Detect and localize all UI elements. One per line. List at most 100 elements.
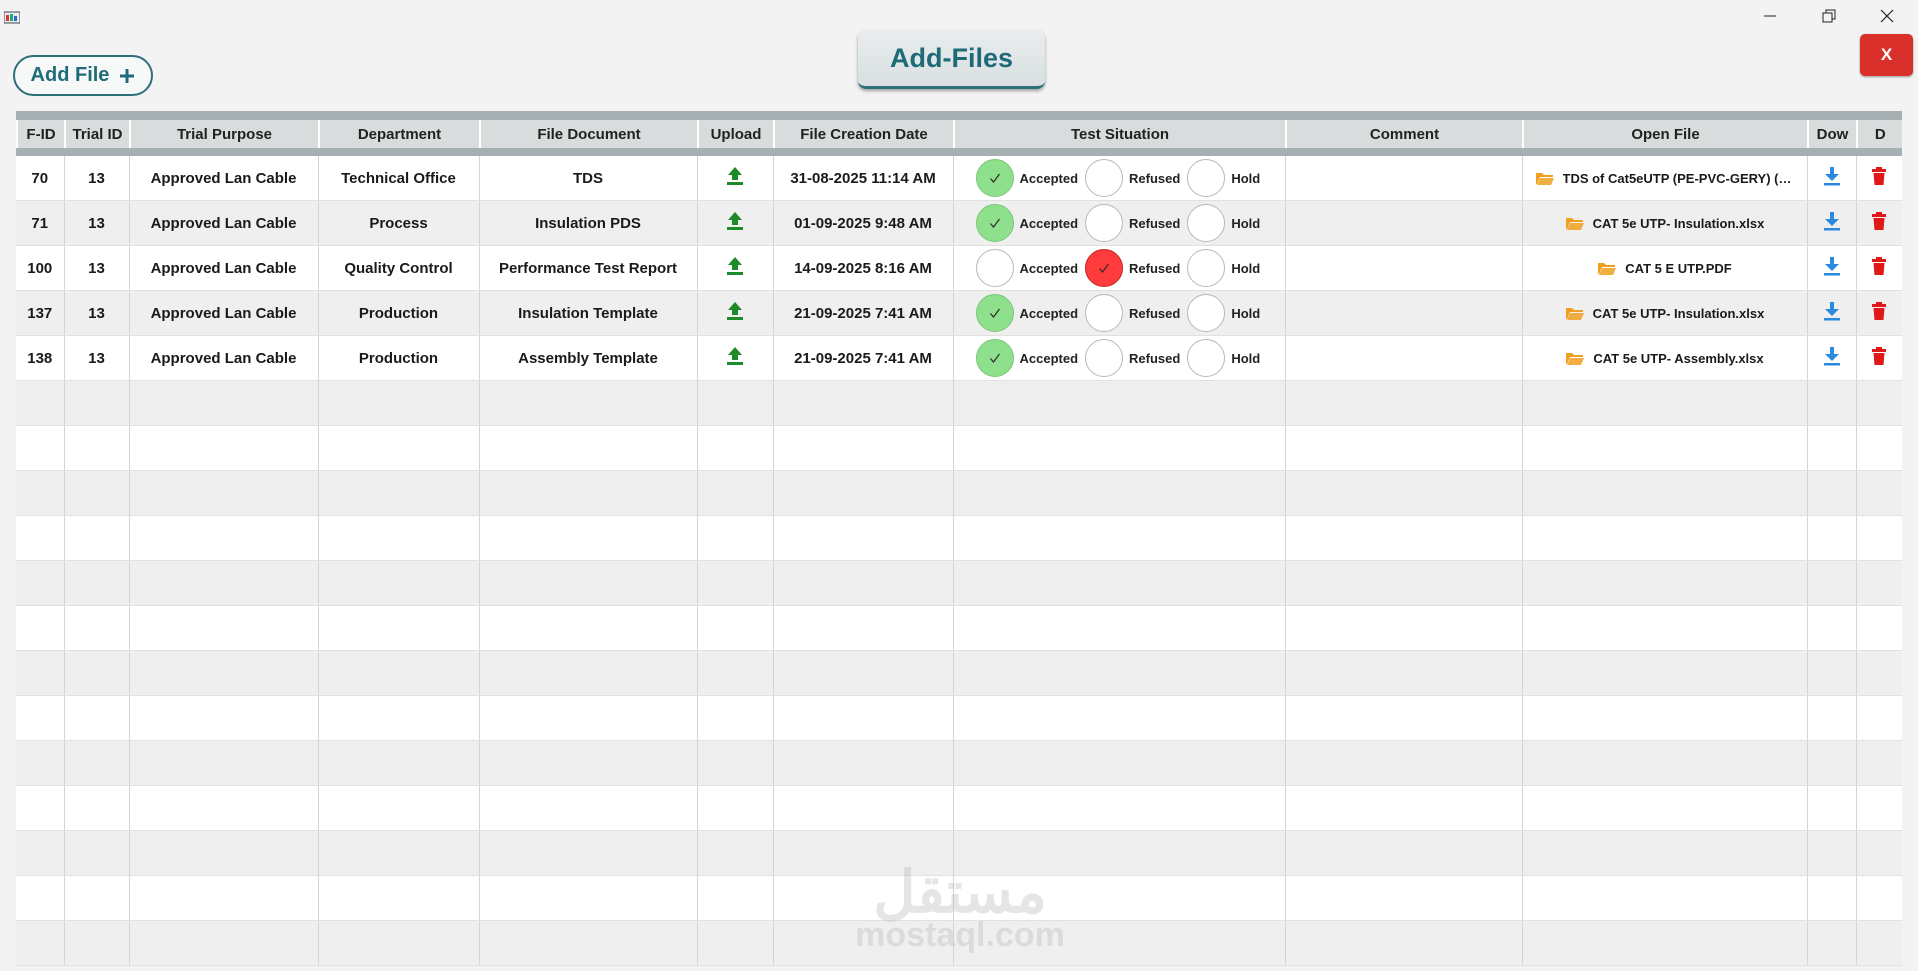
empty-cell [1856,920,1902,966]
column-header[interactable]: File Creation Date [773,120,955,148]
empty-table-row [16,650,1902,696]
trial-id-cell: 13 [64,156,130,201]
test-situation-cell: Accepted Refused Hold [953,290,1286,336]
open-file-link[interactable]: CAT 5e UTP- Assembly.xlsx [1523,350,1807,366]
open-file-link[interactable]: TDS of Cat5eUTP (PE-PVC-GERY) (SW... [1523,170,1807,186]
download-cell [1807,290,1857,336]
upload-button[interactable] [725,211,745,231]
comment-cell[interactable] [1285,335,1523,381]
hold-radio[interactable] [1187,339,1226,377]
empty-cell [129,515,319,561]
table-row[interactable]: 137 13 Approved Lan Cable Production Insulat… [16,290,1902,336]
open-file-link[interactable]: CAT 5e UTP- Insulation.xlsx [1523,215,1807,231]
table-row[interactable]: 138 13 Approved Lan Cable Production Assembl… [16,335,1902,381]
download-button[interactable] [1823,256,1841,276]
check-icon [989,218,1000,228]
delete-button[interactable] [1871,346,1887,366]
accepted-radio[interactable] [975,159,1014,197]
hold-label: Hold [1231,170,1261,186]
accepted-label: Accepted [1019,350,1079,366]
delete-button[interactable] [1871,211,1887,231]
comment-cell[interactable] [1285,156,1523,201]
refused-radio[interactable] [1085,249,1124,287]
upload-button[interactable] [725,166,745,186]
refused-radio[interactable] [1085,159,1124,197]
open-file-name: CAT 5e UTP- Insulation.xlsx [1592,215,1765,231]
close-form-label: X [1880,45,1893,64]
upload-button[interactable] [725,346,745,366]
fid-cell: 100 [16,245,65,291]
column-header[interactable]: Test Situation [953,120,1287,148]
empty-cell [1285,380,1523,426]
table-row[interactable]: 70 13 Approved Lan Cable Technical Office TD… [16,156,1902,201]
column-header[interactable]: Upload [697,120,775,148]
table-row[interactable]: 100 13 Approved Lan Cable Quality Control Pe… [16,245,1902,291]
hold-radio[interactable] [1187,294,1226,332]
column-header[interactable]: Open File [1522,120,1809,148]
upload-button[interactable] [725,301,745,321]
hold-radio[interactable] [1187,249,1226,287]
hold-radio[interactable] [1187,204,1226,242]
open-file-link[interactable]: CAT 5 E UTP.PDF [1523,260,1807,276]
accepted-radio[interactable] [975,339,1014,377]
column-header[interactable]: Trial ID [64,120,131,148]
close-form-button[interactable]: X [1860,34,1913,76]
add-file-button[interactable]: Add File [13,55,153,96]
column-header[interactable]: Trial Purpose [129,120,320,148]
accepted-radio[interactable] [975,294,1014,332]
test-situation-cell: Accepted Refused Hold [953,245,1286,291]
upload-button[interactable] [725,256,745,276]
empty-cell [1522,425,1808,471]
table-row[interactable]: 71 13 Approved Lan Cable Process Insulation … [16,200,1902,246]
close-window-button[interactable] [1864,2,1910,30]
upload-cell [697,290,774,336]
column-header[interactable]: D [1856,120,1902,148]
refused-label: Refused [1129,170,1181,186]
refused-radio[interactable] [1085,294,1124,332]
accepted-radio[interactable] [975,249,1014,287]
add-file-label: Add File [30,64,110,86]
minimize-window-button[interactable] [1747,2,1793,30]
refused-radio[interactable] [1085,204,1124,242]
empty-cell [64,650,130,696]
empty-cell [1522,515,1808,561]
upload-icon [727,347,743,365]
empty-cell [479,740,698,786]
comment-cell[interactable] [1285,200,1523,246]
delete-button[interactable] [1871,166,1887,186]
empty-cell [1807,380,1857,426]
empty-cell [1807,740,1857,786]
empty-cell [479,425,698,471]
empty-cell [16,605,65,651]
comment-cell[interactable] [1285,245,1523,291]
department-cell: Quality Control [318,245,480,291]
empty-cell [1807,515,1857,561]
download-button[interactable] [1823,166,1841,186]
empty-cell [1522,785,1808,831]
column-header[interactable]: F-ID [16,120,66,148]
download-button[interactable] [1823,346,1841,366]
column-header[interactable]: Comment [1285,120,1524,148]
minimize-icon [1764,15,1776,17]
download-icon [1823,302,1840,321]
empty-cell [773,560,954,606]
hold-radio[interactable] [1187,159,1226,197]
refused-radio[interactable] [1085,339,1124,377]
download-button[interactable] [1823,211,1841,231]
download-button[interactable] [1823,301,1841,321]
empty-table-row [16,920,1902,966]
refused-label: Refused [1129,305,1181,321]
empty-table-row [16,515,1902,561]
maximize-window-button[interactable] [1806,2,1852,30]
empty-cell [318,830,480,876]
accepted-radio[interactable] [975,204,1014,242]
column-header[interactable]: Department [318,120,481,148]
delete-button[interactable] [1871,256,1887,276]
open-file-link[interactable]: CAT 5e UTP- Insulation.xlsx [1523,305,1807,321]
column-header[interactable]: Dow [1807,120,1858,148]
trial-purpose-cell: Approved Lan Cable [129,200,319,246]
comment-cell[interactable] [1285,290,1523,336]
column-header[interactable]: File Document [479,120,699,148]
delete-button[interactable] [1871,301,1887,321]
empty-cell [1285,695,1523,741]
